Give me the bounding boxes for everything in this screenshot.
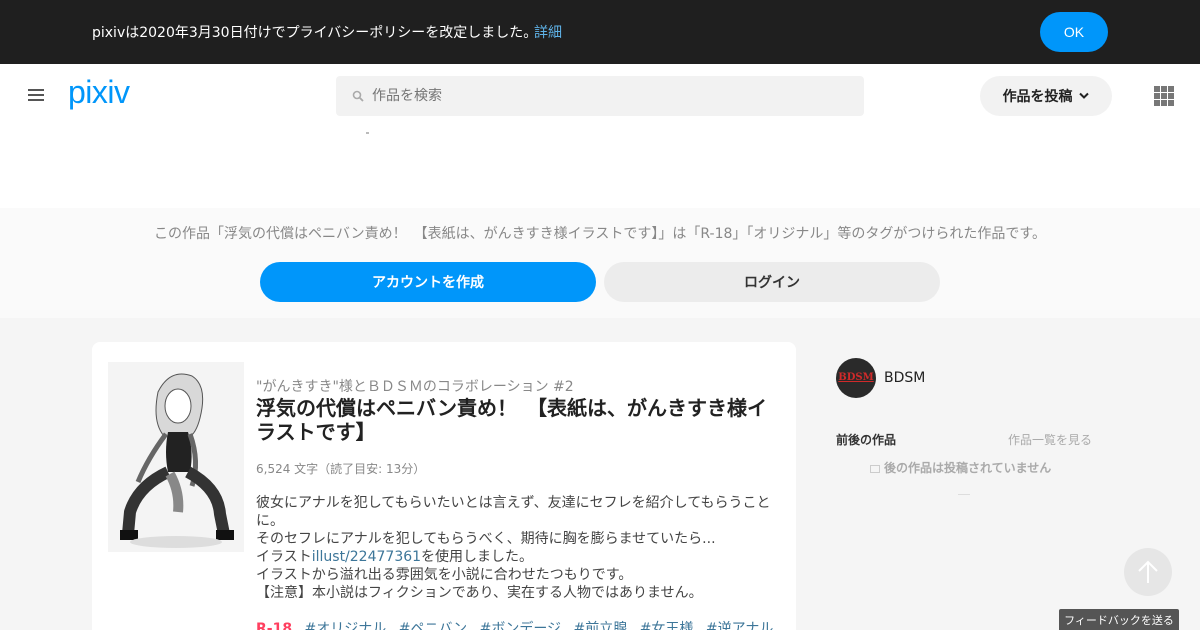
post-work-button[interactable]: 作品を投稿	[980, 76, 1112, 116]
document-icon	[870, 465, 880, 473]
tag-r18[interactable]: R-18	[256, 621, 292, 630]
privacy-banner-text: pixivは2020年3月30日付けでプライバシーポリシーを改定しました。	[92, 25, 538, 41]
pixiv-logo[interactable]: pixiv	[68, 74, 130, 111]
search-input[interactable]	[372, 76, 852, 116]
tag-list: R-18 #オリジナル #ペニバン #ボンデージ #前立腺 #女王様 #逆アナル…	[256, 618, 786, 630]
desc-text: を使用しました。	[421, 549, 534, 565]
series-title[interactable]: "がんきすき"様とＢＤＳＭのコラボレーション #2	[256, 376, 574, 396]
search-box[interactable]	[336, 76, 864, 116]
privacy-details-link[interactable]: 詳細	[534, 22, 562, 42]
tag[interactable]: #女王様	[640, 621, 694, 630]
desc-line: 【注意】本小説はフィクションであり、実在する人物ではありません。	[256, 585, 703, 601]
arrow-up-icon	[1138, 560, 1158, 583]
divider-dot	[366, 132, 369, 134]
signup-notice: この作品「浮気の代償はペニバン責め！ 【表紙は、がんきすき様イラストです】」は「…	[153, 226, 1047, 242]
tag[interactable]: #オリジナル	[305, 621, 387, 630]
tag[interactable]: #ボンデージ	[480, 621, 561, 630]
tag[interactable]: #逆アナル	[706, 621, 773, 630]
desc-line: そのセフレにアナルを犯してもらうべく、期待に胸を膨らませていたら...	[256, 531, 716, 547]
signup-strip: この作品「浮気の代償はペニバン責め！ 【表紙は、がんきすき様イラストです】」は「…	[0, 208, 1200, 318]
divider-dash	[958, 494, 970, 495]
work-description: 彼女にアナルを犯してもらいたいとは言えず、友達にセフレを紹介してもらうことに。 …	[256, 494, 786, 602]
illust-link[interactable]: illust/22477361	[312, 549, 421, 565]
desc-line: イラストから溢れ出る雰囲気を小説に合わせたつもりです。	[256, 567, 633, 583]
word-count: 6,524 文字（読了目安: 13分）	[256, 462, 426, 476]
menu-icon[interactable]	[28, 89, 44, 103]
create-account-button[interactable]: アカウントを作成	[260, 262, 596, 302]
feedback-button[interactable]: フィードバックを送る	[1059, 609, 1179, 630]
tag[interactable]: #ペニバン	[399, 621, 467, 630]
scroll-to-top-button[interactable]	[1124, 548, 1172, 596]
cover-image[interactable]	[108, 362, 244, 552]
adjacent-works-label: 前後の作品	[836, 433, 897, 447]
post-work-label: 作品を投稿	[1002, 89, 1073, 105]
no-next-text: 後の作品は投稿されていません	[884, 461, 1052, 475]
work-title: 浮気の代償はペニバン責め！ 【表紙は、がんきすき様イラストです】	[256, 396, 767, 444]
login-button[interactable]: ログイン	[604, 262, 940, 302]
tag[interactable]: #前立腺	[574, 621, 628, 630]
desc-text: イラスト	[256, 549, 312, 565]
search-icon	[352, 90, 364, 102]
desc-line: イラストillust/22477361を使用しました。	[256, 548, 786, 566]
privacy-ok-button[interactable]: OK	[1040, 12, 1108, 52]
work-card: "がんきすき"様とＢＤＳＭのコラボレーション #2 浮気の代償はペニバン責め！ …	[92, 342, 796, 630]
no-next-work: 後の作品は投稿されていません	[870, 459, 1051, 476]
view-work-list-link[interactable]: 作品一覧を見る	[1008, 431, 1092, 448]
desc-line: 彼女にアナルを犯してもらいたいとは言えず、友達にセフレを紹介してもらうことに。	[256, 495, 771, 529]
author-avatar[interactable]: BDSM	[836, 358, 876, 398]
privacy-banner: pixivは2020年3月30日付けでプライバシーポリシーを改定しました。 詳細…	[0, 0, 1200, 64]
author-name[interactable]: BDSM	[884, 370, 925, 386]
app-grid-icon[interactable]	[1154, 86, 1174, 106]
chevron-down-icon	[1079, 92, 1090, 99]
